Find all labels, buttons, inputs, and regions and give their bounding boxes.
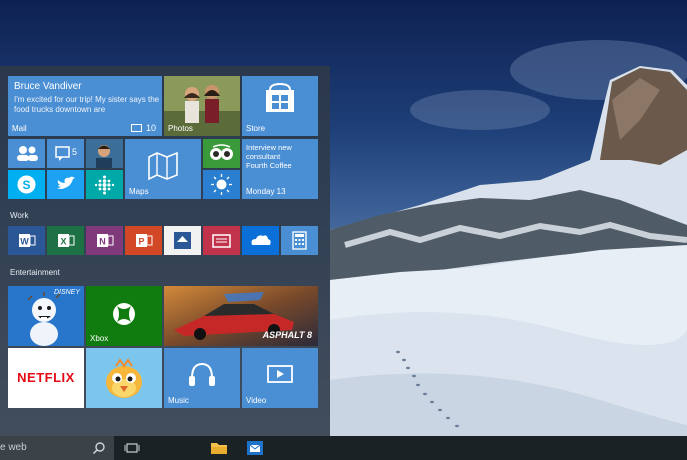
mail-count: 10 — [145, 123, 156, 133]
word-tile[interactable]: W — [8, 226, 45, 255]
news-tile[interactable] — [203, 226, 240, 255]
group-label-work: Work — [10, 211, 29, 220]
video-tile[interactable]: Video — [242, 348, 318, 408]
powerpoint-icon: P — [136, 234, 153, 247]
svg-text:S: S — [22, 178, 30, 192]
mail-tile[interactable]: Bruce Vandiver I'm excited for our trip!… — [8, 76, 162, 136]
xbox-tile[interactable]: Xbox — [86, 286, 162, 346]
netflix-tile[interactable]: NETFLIX — [8, 348, 84, 408]
store-app-tile[interactable] — [164, 226, 201, 255]
cloud-icon — [251, 235, 271, 245]
contact-photo-tile[interactable] — [86, 139, 123, 168]
messaging-tile[interactable]: 5 — [47, 139, 84, 168]
photos-label: Photos — [168, 124, 193, 133]
maps-label: Maps — [129, 187, 149, 196]
mail-preview: I'm excited for our trip! My sister says… — [14, 95, 160, 114]
powerpoint-tile[interactable]: P — [125, 226, 162, 255]
onenote-tile[interactable]: N — [86, 226, 123, 255]
skype-tile[interactable]: S — [8, 170, 45, 199]
asphalt-tile[interactable]: ASPHALT 8 — [164, 286, 318, 346]
store-app-icon — [174, 232, 191, 249]
people-tile[interactable] — [8, 139, 45, 168]
calendar-place: Fourth Coffee — [246, 161, 292, 170]
people-icon — [17, 146, 38, 161]
file-explorer-icon[interactable] — [210, 440, 228, 456]
store-tile[interactable]: Store — [242, 76, 318, 136]
bird-character-icon — [86, 348, 162, 408]
bird-game-tile[interactable] — [86, 348, 162, 408]
weather-tile[interactable] — [203, 170, 240, 199]
maps-tile[interactable]: Maps — [125, 139, 201, 199]
store-label: Store — [246, 124, 266, 133]
twitter-bird-icon — [57, 176, 75, 189]
fitbit-dots-icon — [94, 175, 115, 195]
search-placeholder: e web — [0, 442, 27, 453]
word-icon: W — [19, 234, 36, 247]
calculator-tile[interactable] — [281, 226, 318, 255]
skype-icon: S — [17, 175, 36, 194]
netflix-logo: NETFLIX — [17, 370, 75, 385]
calendar-event: Interview new consultant — [246, 143, 292, 161]
disney-tile[interactable]: DISNEY — [8, 286, 84, 346]
calculator-icon — [292, 231, 307, 250]
svg-text:P: P — [138, 237, 144, 247]
twitter-tile[interactable] — [47, 170, 84, 199]
chat-bubble-icon — [55, 146, 70, 161]
search-box[interactable]: e web — [0, 436, 114, 460]
messaging-count: 5 — [72, 147, 78, 157]
calendar-date: Monday 13 — [246, 187, 286, 196]
svg-text:W: W — [20, 237, 29, 247]
asphalt-logo-text: ASPHALT 8 — [262, 330, 312, 340]
svg-text:X: X — [60, 237, 66, 247]
taskbar: e web — [0, 436, 687, 460]
music-label: Music — [168, 396, 189, 405]
sun-icon — [211, 174, 232, 195]
mail-label: Mail — [12, 124, 27, 133]
onenote-icon: N — [97, 234, 114, 247]
news-icon — [212, 234, 231, 248]
disney-badge: DISNEY — [53, 289, 80, 296]
search-icon — [92, 442, 105, 455]
envelope-icon — [131, 124, 142, 132]
excel-tile[interactable]: X — [47, 226, 84, 255]
fitbit-tile[interactable] — [86, 170, 123, 199]
photos-tile[interactable]: Photos — [164, 76, 240, 136]
mail-sender: Bruce Vandiver — [14, 81, 82, 92]
owl-eyes-icon — [210, 144, 233, 160]
video-label: Video — [246, 396, 267, 405]
xbox-label: Xbox — [90, 334, 109, 343]
start-menu: Bruce Vandiver I'm excited for our trip!… — [0, 66, 330, 436]
tripadvisor-tile[interactable] — [203, 139, 240, 168]
svg-text:N: N — [99, 237, 106, 247]
music-tile[interactable]: Music — [164, 348, 240, 408]
task-view-icon[interactable] — [124, 442, 140, 456]
contact-avatar-icon — [86, 139, 123, 168]
onedrive-tile[interactable] — [242, 226, 279, 255]
group-label-entertainment: Entertainment — [10, 268, 60, 277]
excel-icon: X — [58, 234, 75, 247]
outlook-mail-icon[interactable] — [246, 440, 264, 456]
calendar-tile[interactable]: Interview new consultant Fourth Coffee M… — [242, 139, 318, 199]
